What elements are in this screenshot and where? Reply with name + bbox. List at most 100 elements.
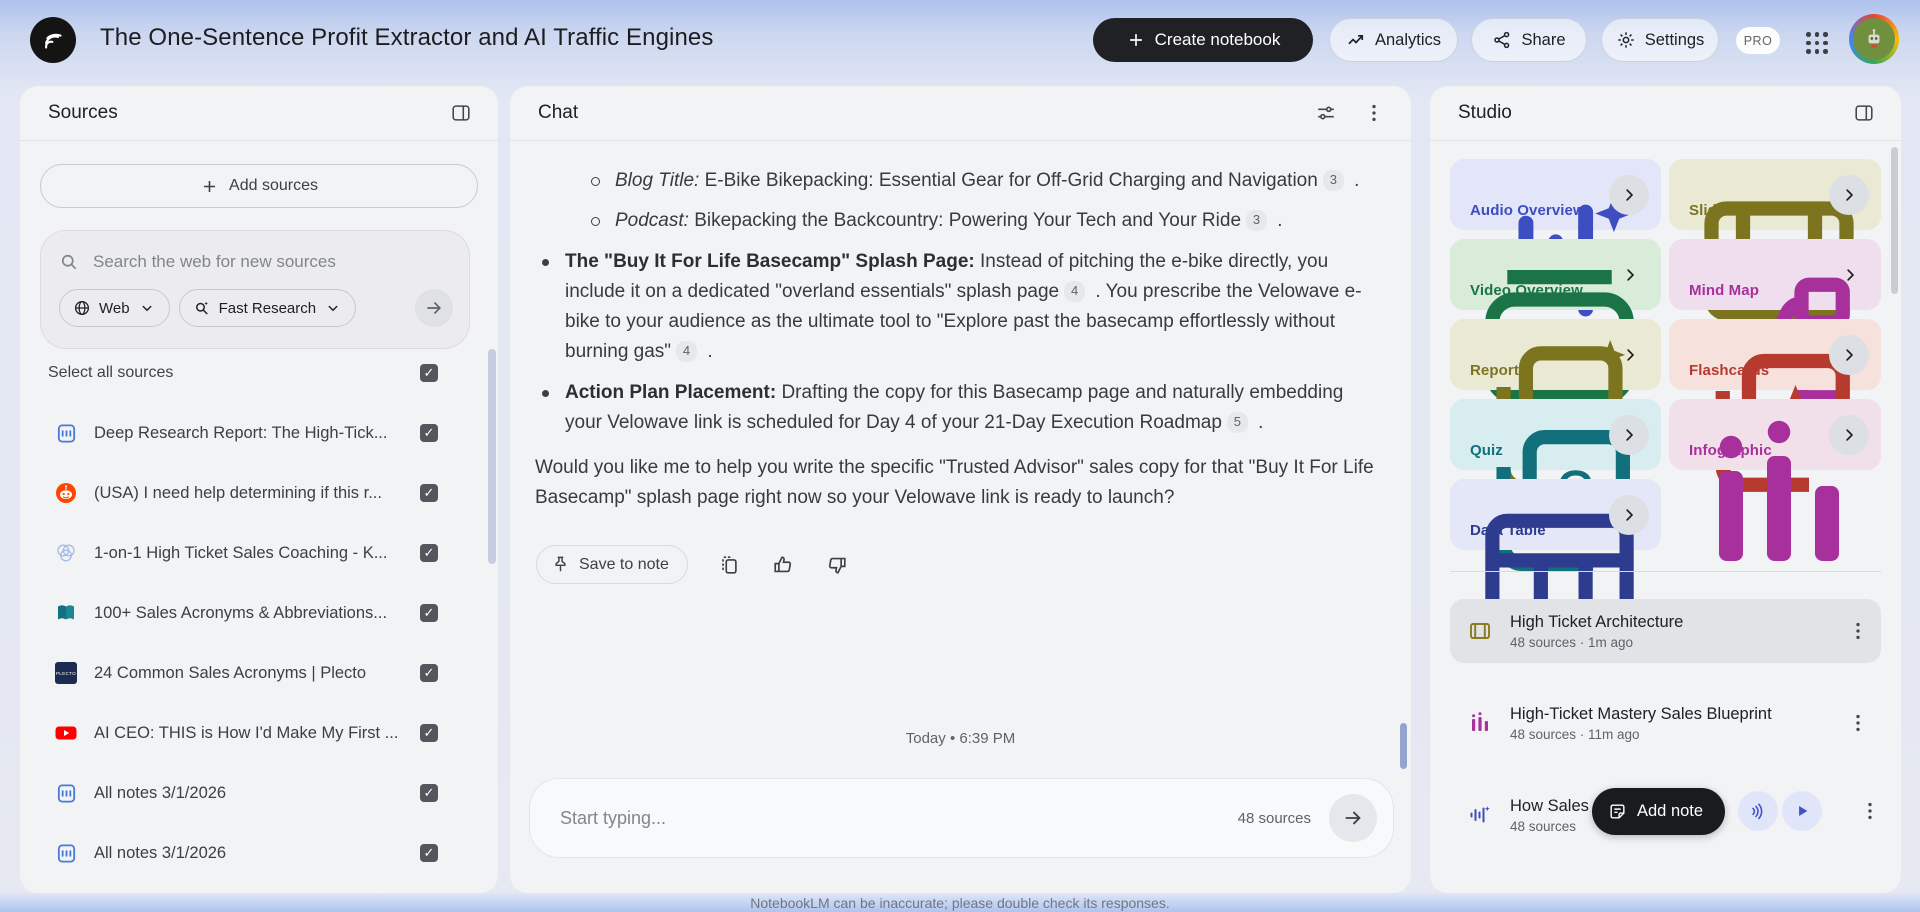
web-filter-dropdown[interactable]: Web (59, 289, 170, 327)
source-checkbox[interactable]: ✓ (420, 424, 438, 442)
save-to-note-button[interactable]: Save to note (536, 545, 688, 584)
source-checkbox[interactable]: ✓ (420, 784, 438, 802)
send-button[interactable] (1329, 794, 1377, 842)
thumbs-down-button[interactable] (824, 552, 850, 578)
settings-button[interactable]: Settings (1601, 18, 1719, 62)
source-title: AI CEO: THIS is How I'd Make My First ..… (94, 723, 399, 742)
note-text: High Ticket Architecture 48 sources · 1m … (1510, 613, 1827, 650)
studio-tile-infographic[interactable]: Infographic (1669, 399, 1881, 561)
source-checkbox[interactable]: ✓ (420, 664, 438, 682)
citation-chip[interactable]: 5 (1226, 411, 1248, 433)
reddit-favicon-icon (54, 481, 78, 505)
studio-tile-label: Quiz (1470, 442, 1503, 459)
citation-chip[interactable]: 3 (1246, 209, 1268, 231)
chevron-right-icon[interactable] (1619, 264, 1641, 286)
note-more-icon[interactable] (1845, 618, 1871, 644)
source-row[interactable]: All notes 3/1/2026 ✓ (20, 763, 498, 823)
note-icon (1610, 804, 1625, 819)
thumbs-up-button[interactable] (770, 552, 796, 578)
chat-more-icon[interactable] (1361, 100, 1387, 126)
studio-tile-label: Slide Deck (1689, 202, 1766, 219)
collapse-panel-icon[interactable] (1851, 100, 1877, 126)
slides-icon (1468, 619, 1492, 643)
studio-tile-label: Flashcards (1689, 362, 1770, 379)
source-checkbox[interactable]: ✓ (420, 484, 438, 502)
source-row[interactable]: 100+ Sales Acronyms & Abbreviations... ✓ (20, 583, 498, 643)
source-row[interactable]: Deep Research Report: The High-Tick... ✓ (20, 403, 498, 463)
studio-tile-data-table[interactable]: Data Table (1450, 479, 1661, 648)
chat-scrollbar[interactable] (1400, 723, 1407, 769)
share-button[interactable]: Share (1471, 18, 1587, 62)
source-checkbox[interactable]: ✓ (420, 844, 438, 862)
studio-divider (1450, 571, 1881, 572)
studio-tile-slide-deck[interactable]: Slide Deck (1669, 159, 1881, 321)
venn-favicon-icon (54, 541, 78, 565)
source-row[interactable]: PLECTO 24 Common Sales Acronyms | Plecto ✓ (20, 643, 498, 703)
source-title: All notes 3/1/2026 (94, 783, 227, 802)
studio-tile-label: Mind Map (1689, 282, 1759, 299)
apps-grid-icon[interactable] (1800, 26, 1834, 60)
source-checkbox[interactable]: ✓ (420, 544, 438, 562)
studio-tile-mind-map[interactable]: Mind Map (1669, 239, 1881, 405)
note-more-icon[interactable] (1857, 798, 1883, 824)
note-meta: 48 sources · 1m ago (1510, 634, 1634, 650)
chat-input-box: 48 sources (529, 778, 1394, 858)
interactive-mode-button[interactable] (1738, 791, 1778, 831)
studio-tile-quiz[interactable]: ?Quiz (1450, 399, 1661, 571)
chevron-right-icon[interactable] (1609, 174, 1649, 215)
studio-tile-label: Video Overview (1470, 282, 1583, 299)
studio-tile-audio-overview[interactable]: Audio Overview (1450, 159, 1661, 317)
chat-settings-icon[interactable] (1313, 100, 1339, 126)
citation-chip[interactable]: 4 (676, 340, 698, 362)
source-row[interactable]: (USA) I need help determining if this r.… (20, 463, 498, 523)
source-checkbox[interactable]: ✓ (420, 604, 438, 622)
studio-scrollbar[interactable] (1891, 147, 1898, 294)
source-title: 100+ Sales Acronyms & Abbreviations... (94, 603, 388, 622)
fast-research-icon (195, 301, 208, 315)
citation-chip[interactable]: 3 (1322, 169, 1344, 191)
add-note-button[interactable]: Add note (1592, 788, 1726, 835)
chevron-right-icon[interactable] (1829, 414, 1869, 455)
source-title: All notes 3/1/2026 (94, 843, 227, 862)
run-search-button[interactable] (415, 289, 453, 327)
analytics-button[interactable]: Analytics (1329, 18, 1458, 62)
studio-panel-title: Studio (1458, 102, 1512, 123)
chevron-right-icon[interactable] (1839, 264, 1861, 286)
chat-input[interactable] (560, 807, 1238, 829)
top-bar: The One-Sentence Profit Extractor and AI… (0, 0, 1920, 80)
chevron-right-icon[interactable] (1609, 414, 1649, 455)
create-notebook-button[interactable]: Create notebook (1093, 18, 1313, 62)
copy-button[interactable] (716, 552, 742, 578)
studio-note-row[interactable]: High-Ticket Mastery Sales Blueprint 48 so… (1450, 691, 1881, 755)
pro-badge: PRO (1736, 27, 1780, 54)
chat-sub-bullet: Podcast: Bikepacking the Backcountry: Po… (535, 206, 1381, 236)
chevron-right-icon[interactable] (1829, 334, 1869, 375)
audio-icon (1468, 803, 1492, 827)
studio-tile-flashcards[interactable]: Flashcards (1669, 319, 1881, 492)
source-row[interactable]: AI CEO: THIS is How I'd Make My First ..… (20, 703, 498, 763)
note-more-icon[interactable] (1845, 710, 1871, 736)
chevron-right-icon[interactable] (1619, 344, 1641, 366)
studio-note-row[interactable]: High Ticket Architecture 48 sources · 1m … (1450, 599, 1881, 663)
source-row[interactable]: All notes 3/1/2026 ✓ (20, 823, 498, 883)
studio-tile-reports[interactable]: Reports (1450, 319, 1661, 495)
play-audio-button[interactable] (1782, 791, 1822, 831)
studio-tile-video-overview[interactable]: Video Overview (1450, 239, 1661, 404)
search-input[interactable] (93, 252, 433, 272)
select-all-checkbox[interactable]: ✓ (420, 364, 438, 382)
youtube-favicon-icon (54, 721, 78, 745)
source-row[interactable]: 1-on-1 High Ticket Sales Coaching - K...… (20, 523, 498, 583)
studio-tile-label: Data Table (1470, 522, 1546, 539)
sources-scrollbar[interactable] (488, 349, 496, 564)
collapse-panel-icon[interactable] (448, 100, 474, 126)
citation-chip[interactable]: 4 (1064, 280, 1086, 302)
account-avatar[interactable] (1849, 14, 1899, 64)
add-sources-button[interactable]: Add sources (40, 164, 478, 208)
chat-closing-paragraph: Would you like me to help you write the … (535, 457, 1374, 508)
notebooklm-logo[interactable] (30, 17, 76, 63)
research-mode-dropdown[interactable]: Fast Research (178, 289, 357, 327)
chevron-right-icon[interactable] (1829, 174, 1869, 215)
source-checkbox[interactable]: ✓ (420, 724, 438, 742)
analytics-label: Analytics (1374, 30, 1442, 49)
chevron-right-icon[interactable] (1609, 494, 1649, 535)
